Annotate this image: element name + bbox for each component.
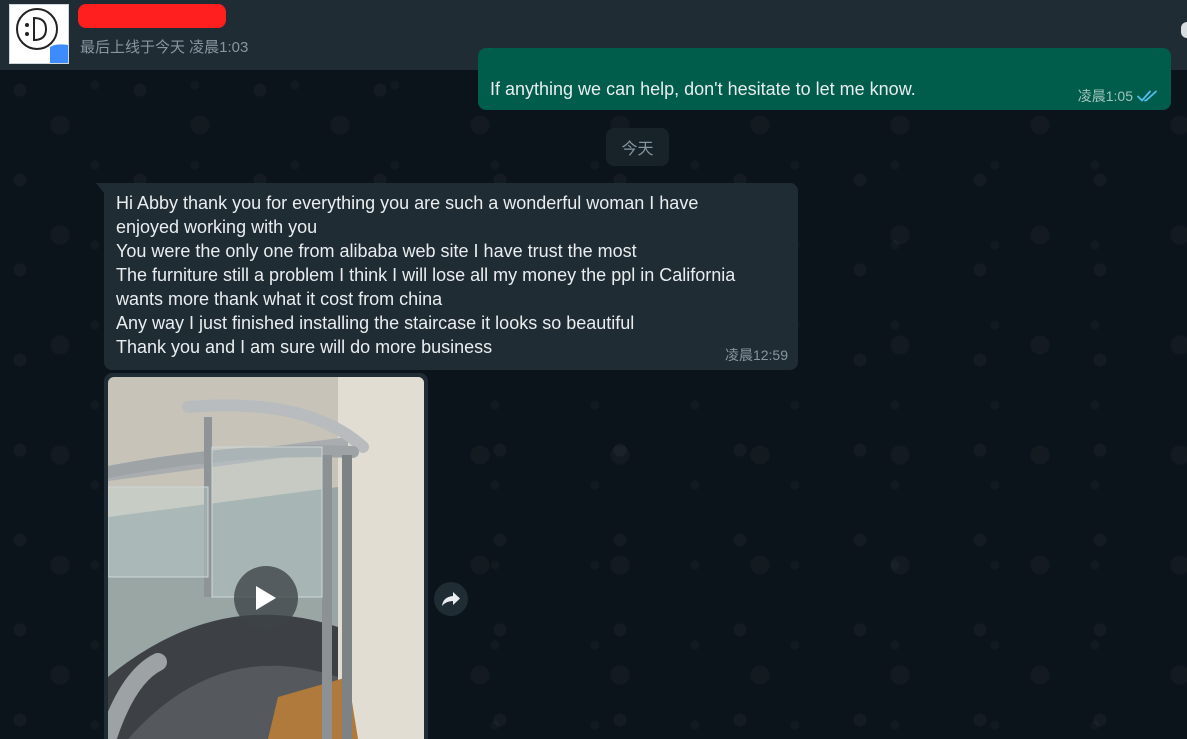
double-check-icon — [1137, 90, 1157, 102]
outgoing-message-time: 凌晨1:05 — [1077, 88, 1133, 104]
forward-button[interactable] — [434, 582, 468, 616]
message-line: The furniture still a problem I think I … — [116, 265, 736, 285]
message-line: Hi Abby thank you for everything you are… — [116, 193, 699, 213]
incoming-message-time: 凌晨12:59 — [724, 347, 788, 363]
message-line: Any way I just finished installing the s… — [116, 313, 635, 333]
message-line: You were the only one from alibaba web s… — [116, 241, 637, 261]
window-edge-control — [1181, 22, 1187, 38]
video-thumbnail[interactable] — [108, 377, 424, 739]
staircase-photo — [108, 377, 424, 739]
play-button[interactable] — [234, 566, 298, 630]
outgoing-message-text: If anything we can help, don't hesitate … — [490, 79, 916, 99]
forward-icon — [442, 592, 460, 606]
date-divider: 今天 — [606, 128, 669, 166]
outgoing-message[interactable]: If anything we can help, don't hesitate … — [478, 48, 1171, 110]
incoming-message-text: Hi Abby thank you for everything you are… — [116, 191, 788, 359]
outgoing-message-meta: 凌晨1:05 — [1078, 86, 1159, 106]
avatar-smiley-icon — [10, 5, 68, 63]
message-line: wants more thank what it cost from china — [116, 289, 443, 309]
contact-name-redacted[interactable] — [78, 4, 226, 28]
bubble-tail — [96, 183, 104, 193]
message-line: Thank you and I am sure will do more bus… — [116, 337, 493, 357]
last-seen-status: 最后上线于今天 凌晨1:03 — [80, 39, 249, 56]
play-icon — [256, 586, 276, 610]
contact-avatar[interactable] — [9, 4, 69, 64]
message-line: enjoyed working with you — [116, 217, 318, 237]
incoming-message[interactable]: Hi Abby thank you for everything you are… — [96, 183, 798, 370]
video-message[interactable] — [104, 373, 428, 739]
